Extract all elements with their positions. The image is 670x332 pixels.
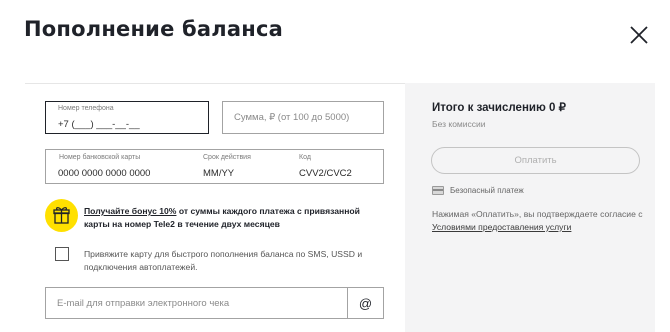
frame-top-border bbox=[25, 83, 405, 84]
fee-note: Без комиссии bbox=[432, 119, 486, 129]
card-icon bbox=[432, 186, 444, 195]
amount-field[interactable]: Сумма, ₽ (от 100 до 5000) bbox=[222, 101, 384, 134]
total-amount: Итого к зачислению 0 ₽ bbox=[432, 102, 566, 114]
agreement-text: Нажимая «Оплатить», вы подтверждаете сог… bbox=[432, 208, 647, 234]
email-placeholder[interactable]: E-mail для отправки электронного чека bbox=[57, 298, 229, 309]
email-field[interactable]: E-mail для отправки электронного чека @ bbox=[45, 287, 384, 319]
card-expiry-label: Срок действия bbox=[203, 154, 251, 161]
card-code-input[interactable]: CVV2/CVC2 bbox=[299, 168, 352, 179]
bind-card-label: Привяжите карту для быстрого пополнения … bbox=[84, 249, 363, 272]
page-title: Пополнение баланса bbox=[24, 17, 283, 41]
phone-label: Номер телефона bbox=[58, 105, 114, 112]
close-button[interactable] bbox=[628, 24, 650, 46]
terms-link[interactable]: Условиями предоставления услуги bbox=[432, 222, 571, 232]
email-at-button[interactable]: @ bbox=[347, 288, 383, 318]
agreement-text-body: Нажимая «Оплатить», вы подтверждаете сог… bbox=[432, 209, 643, 219]
card-expiry-input[interactable]: MM/YY bbox=[203, 168, 234, 179]
bonus-text-end: в течение двух месяцев bbox=[174, 219, 280, 229]
gift-icon bbox=[53, 207, 70, 224]
card-number-label: Номер банковской карты bbox=[59, 154, 141, 161]
bonus-badge bbox=[45, 199, 78, 232]
secure-payment-label: Безопасный платеж bbox=[450, 186, 524, 195]
bonus-link[interactable]: Получайте бонус 10% bbox=[84, 206, 176, 216]
card-number-input[interactable]: 0000 0000 0000 0000 bbox=[58, 168, 150, 179]
amount-placeholder[interactable]: Сумма, ₽ (от 100 до 5000) bbox=[234, 112, 349, 123]
bonus-brand: Tele2 bbox=[153, 219, 175, 229]
pay-button[interactable]: Оплатить bbox=[431, 147, 640, 174]
close-icon bbox=[630, 26, 648, 44]
phone-input-value[interactable]: +7 (___) ___-__-__ bbox=[58, 119, 140, 130]
phone-field[interactable]: Номер телефона +7 (___) ___-__-__ bbox=[45, 101, 209, 134]
card-field[interactable]: Номер банковской карты 0000 0000 0000 00… bbox=[45, 149, 384, 184]
bonus-text: Получайте бонус 10% от суммы каждого пла… bbox=[84, 205, 369, 231]
card-code-label: Код bbox=[299, 154, 311, 161]
bind-card-checkbox[interactable] bbox=[55, 247, 69, 261]
